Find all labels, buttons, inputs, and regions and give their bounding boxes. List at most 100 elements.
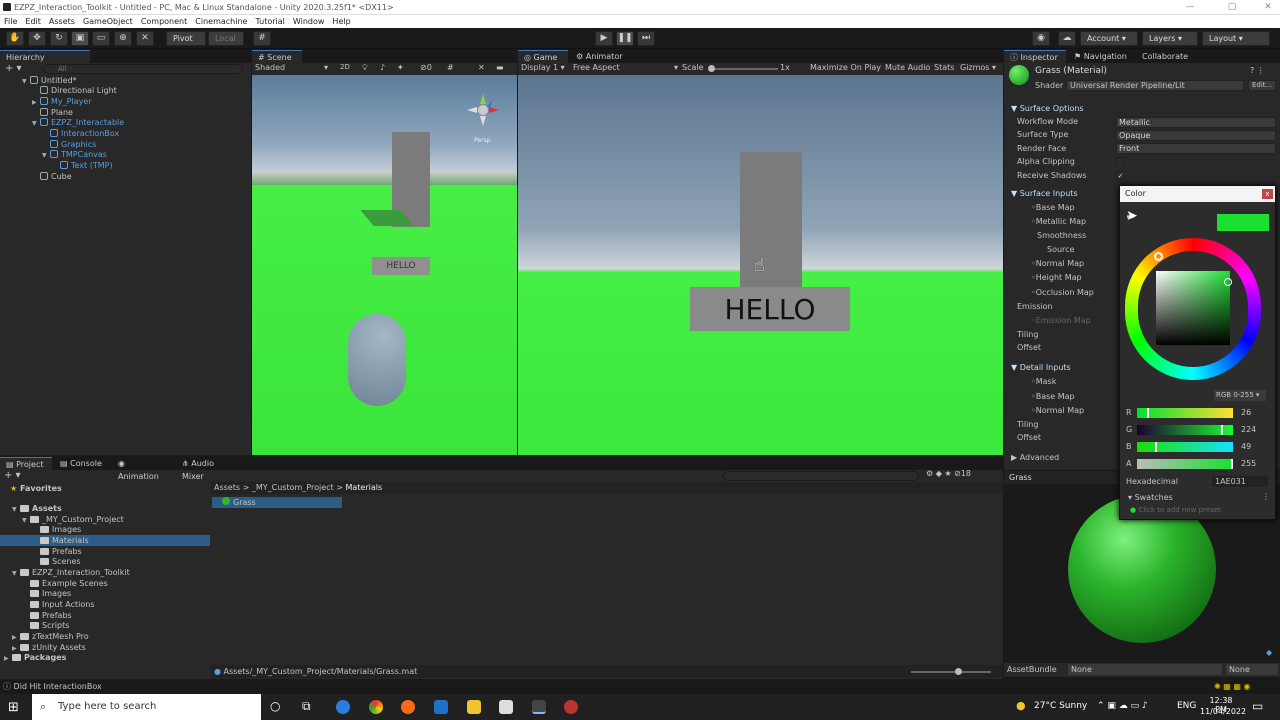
hue-wheel[interactable] <box>1125 238 1261 380</box>
list-item[interactable]: Scenes <box>40 556 81 567</box>
list-item[interactable]: ▼ EZPZ_Interactable <box>32 117 124 128</box>
language-indicator[interactable]: ENG <box>1177 701 1196 711</box>
alpha-clipping-checkbox[interactable] <box>1116 157 1125 166</box>
effects-icon[interactable]: ✦ <box>397 63 404 72</box>
tab-animator[interactable]: ⚙ Animator <box>570 50 630 63</box>
breadcrumb-item[interactable]: _MY_Custom_Project <box>252 483 334 492</box>
menu-help[interactable]: Help <box>332 17 350 26</box>
grid-icon[interactable]: # <box>447 63 454 72</box>
stats-toggle[interactable]: Stats <box>934 63 954 72</box>
add-preset-hint[interactable]: ● Click to add new preset <box>1130 506 1221 514</box>
tray-icons[interactable]: ⌃ ▣ ☁ ▭ ♪ <box>1097 701 1148 711</box>
tag-icon[interactable]: ◆ <box>1266 648 1272 657</box>
slider-handle[interactable] <box>708 65 715 72</box>
weather-text[interactable]: 27°C Sunny <box>1034 701 1087 711</box>
rotate-tool-icon[interactable]: ↻ <box>50 31 68 46</box>
layers-dropdown[interactable]: Layers ▾ <box>1142 31 1198 46</box>
gizmos-toggle[interactable]: Gizmos ▾ <box>960 63 996 72</box>
asset-item[interactable]: Grass <box>212 497 342 508</box>
cortana-icon[interactable]: ○ <box>270 699 280 713</box>
list-item[interactable]: Materials <box>0 535 210 546</box>
tab-animation[interactable]: ◉ Animation <box>112 457 174 481</box>
color-mode-dropdown[interactable]: RGB 0-255 ▾ <box>1214 390 1266 401</box>
game-viewport[interactable]: HELLO ☝ <box>518 75 1003 455</box>
tab-collaborate[interactable]: Collaborate <box>1136 50 1202 63</box>
tools-icon[interactable]: ✕ <box>478 63 485 72</box>
mute-audio-toggle[interactable]: Mute Audio <box>885 63 930 72</box>
tab-navigation[interactable]: ⚑ Navigation <box>1068 50 1134 63</box>
tab-inspector[interactable]: ⓘ Inspector <box>1004 50 1066 63</box>
favorites-header[interactable]: ★ Favorites <box>10 483 62 494</box>
edge-icon[interactable] <box>336 700 350 714</box>
menu-gameobject[interactable]: GameObject <box>83 17 133 26</box>
list-item[interactable]: ▶ My_Player <box>32 96 92 107</box>
camera-icon[interactable]: ▬ <box>496 63 504 72</box>
help-icon[interactable]: ? ⋮ <box>1250 66 1265 75</box>
breadcrumb-item[interactable]: Materials <box>345 483 382 492</box>
list-item[interactable]: Text (TMP) <box>60 160 113 171</box>
tab-project[interactable]: ▤ Project <box>0 457 52 470</box>
pause-button[interactable]: ❚❚ <box>616 31 634 46</box>
list-item[interactable]: ▼ Assets <box>12 503 62 514</box>
list-item[interactable]: ▶ zTextMesh Pro <box>12 631 89 642</box>
account-dropdown[interactable]: Account ▾ <box>1080 31 1138 46</box>
swatches-menu-icon[interactable]: ⋮ <box>1262 492 1270 501</box>
surface-inputs-header[interactable]: ▼ Surface Inputs <box>1011 188 1078 200</box>
mail-icon[interactable] <box>434 700 448 714</box>
hand-tool-icon[interactable]: ✋ <box>6 31 24 46</box>
menu-assets[interactable]: Assets <box>49 17 75 26</box>
close-icon[interactable]: x <box>1262 189 1273 199</box>
list-item[interactable]: Cube <box>40 171 72 182</box>
list-item[interactable]: Images <box>30 588 71 599</box>
list-item[interactable]: ▶ Packages <box>4 652 66 663</box>
assetbundle-variant-dropdown[interactable]: None <box>1226 664 1278 675</box>
menu-tutorial[interactable]: Tutorial <box>255 17 284 26</box>
file-explorer-icon[interactable] <box>467 700 481 714</box>
advanced-header[interactable]: ▶ Advanced <box>1011 452 1059 464</box>
icon-size-slider[interactable] <box>911 668 991 675</box>
unity-hub-icon[interactable] <box>499 700 513 714</box>
g-slider[interactable] <box>1137 425 1233 435</box>
firefox-icon[interactable] <box>401 700 415 714</box>
scene-viewport[interactable]: HELLO Persp <box>252 75 517 455</box>
unity-editor-icon[interactable] <box>532 700 546 714</box>
maximize-icon[interactable]: ▢ <box>1222 0 1242 15</box>
list-item[interactable]: InteractionBox <box>50 128 119 139</box>
layout-dropdown[interactable]: Layout ▾ <box>1202 31 1270 46</box>
taskbar-search[interactable]: ⌕ Type here to search <box>32 694 261 720</box>
list-item[interactable]: Scripts <box>30 620 69 631</box>
project-filter-icons[interactable]: ⚙ ◆ ★ ⊘18 <box>926 469 971 478</box>
hidden-count[interactable]: ⊘0 <box>420 63 432 72</box>
menu-component[interactable]: Component <box>141 17 187 26</box>
recorder-icon[interactable] <box>564 700 578 714</box>
swatches-header[interactable]: ▾ Swatches <box>1128 493 1173 502</box>
scale-slider[interactable] <box>708 65 778 72</box>
sv-handle[interactable] <box>1224 278 1232 286</box>
notification-icon[interactable]: ▭ <box>1252 699 1263 713</box>
minimize-icon[interactable]: — <box>1180 0 1200 15</box>
tab-game[interactable]: ◎ Game <box>518 50 568 63</box>
surface-type-dropdown[interactable]: Opaque <box>1116 130 1276 141</box>
add-icon[interactable]: + ▾ <box>5 63 22 74</box>
g-value[interactable]: 224 <box>1241 425 1256 434</box>
list-item[interactable]: Directional Light <box>40 85 117 96</box>
saturation-value-square[interactable] <box>1156 271 1230 345</box>
grid-snap-icon[interactable]: # <box>253 31 271 46</box>
render-face-dropdown[interactable]: Front <box>1116 143 1276 154</box>
receive-shadows-checkbox[interactable]: ✓ <box>1116 171 1125 180</box>
scale-tool-icon[interactable]: ▣ <box>71 31 89 46</box>
chevron-down-icon[interactable]: ▾ <box>324 63 328 72</box>
menu-cinemachine[interactable]: Cinemachine <box>195 17 247 26</box>
r-value[interactable]: 26 <box>1241 408 1251 417</box>
menu-window[interactable]: Window <box>293 17 325 26</box>
move-tool-icon[interactable]: ✥ <box>28 31 46 46</box>
tab-audio-mixer[interactable]: ⋔ Audio Mixer <box>176 457 242 481</box>
custom-tool-icon[interactable]: ✕ <box>136 31 154 46</box>
list-item[interactable]: ▼ EZPZ_Interaction_Toolkit <box>12 567 130 578</box>
list-item[interactable]: ▼ TMPCanvas <box>42 149 107 160</box>
maximize-on-play-toggle[interactable]: Maximize On Play <box>810 63 881 72</box>
shading-dropdown[interactable]: Shaded <box>255 63 285 72</box>
tab-hierarchy[interactable]: Hierarchy <box>0 50 90 63</box>
menu-file[interactable]: File <box>4 17 17 26</box>
detail-inputs-header[interactable]: ▼ Detail Inputs <box>1011 362 1071 374</box>
